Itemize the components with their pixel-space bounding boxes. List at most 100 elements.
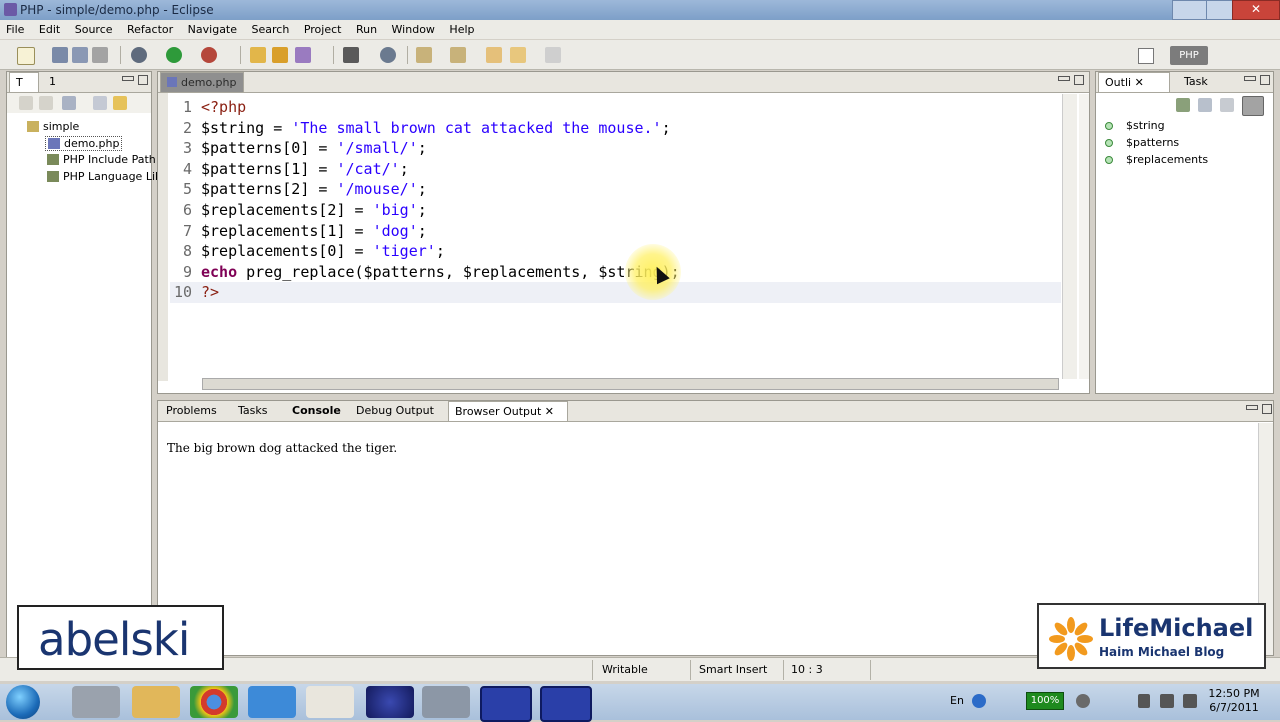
tab-explorer[interactable]: T	[9, 72, 39, 92]
taskbar-clock[interactable]: 12:50 PM 6/7/2011	[1205, 687, 1263, 715]
outline-item-replacements[interactable]: $replacements	[1104, 153, 1208, 166]
collapse-all-icon[interactable]	[1198, 98, 1212, 112]
recorder-icon[interactable]	[540, 686, 592, 722]
code-line[interactable]: 10 ?>	[170, 282, 1061, 303]
collapse-all-icon[interactable]	[93, 96, 107, 110]
battery-indicator[interactable]: 100%	[1026, 692, 1064, 710]
code-line[interactable]: 5 $patterns[2] = '/mouse/';	[170, 179, 1061, 200]
last-edit-icon[interactable]	[486, 47, 502, 63]
link-editor-icon[interactable]	[113, 96, 127, 110]
tab-tasks[interactable]: Tasks	[232, 401, 286, 421]
minimize-icon[interactable]	[1244, 76, 1256, 81]
outline-item-string[interactable]: $string	[1105, 119, 1165, 132]
start-button[interactable]	[6, 685, 40, 719]
php-perspective-button[interactable]: PHP	[1170, 46, 1208, 65]
save-all-icon[interactable]	[72, 47, 88, 63]
next-annotation-icon[interactable]	[416, 47, 432, 63]
tab-tasks-list[interactable]: Task	[1178, 72, 1232, 92]
open-task-icon[interactable]	[295, 47, 311, 63]
code-area[interactable]: 1 <?php 2 $string = 'The small brown cat at…	[170, 97, 1061, 303]
taskbar-app-icon[interactable]	[72, 686, 120, 718]
external-tools-icon[interactable]	[201, 47, 217, 63]
maximize-icon[interactable]	[1262, 404, 1272, 414]
language-indicator[interactable]: En	[950, 694, 964, 707]
menu-refactor[interactable]: Refactor	[121, 20, 178, 36]
tree-item-include-path[interactable]: PHP Include Path	[47, 153, 156, 166]
pdf-icon[interactable]	[306, 686, 354, 718]
code-line[interactable]: 9 echo preg_replace($patterns, $replaceme…	[170, 262, 1061, 283]
open-folder-icon[interactable]	[272, 47, 288, 63]
chrome-icon[interactable]	[190, 686, 238, 718]
minimize-button[interactable]	[1172, 0, 1208, 20]
debug-icon[interactable]	[131, 47, 147, 63]
run-icon[interactable]	[166, 47, 182, 63]
media-player-icon[interactable]	[480, 686, 532, 722]
code-line[interactable]: 2 $string = 'The small brown cat attacked…	[170, 118, 1061, 139]
menu-window[interactable]: Window	[386, 20, 440, 36]
tab-demo-php[interactable]: demo.php	[160, 72, 244, 92]
tools-icon[interactable]	[422, 686, 470, 718]
sort-icon[interactable]	[1176, 98, 1190, 112]
code-line[interactable]: 6 $replacements[2] = 'big';	[170, 200, 1061, 221]
back-icon[interactable]	[510, 47, 526, 63]
back-icon[interactable]	[19, 96, 33, 110]
code-line[interactable]: 8 $replacements[0] = 'tiger';	[170, 241, 1061, 262]
maximize-icon[interactable]	[138, 75, 148, 85]
maximize-button[interactable]	[1206, 0, 1234, 20]
new-file-icon[interactable]	[17, 47, 35, 65]
open-type-icon[interactable]	[250, 47, 266, 63]
forward-icon[interactable]	[39, 96, 53, 110]
internet-explorer-icon[interactable]	[248, 686, 296, 718]
hide-fields-icon[interactable]	[1220, 98, 1234, 112]
editor-horizontal-scrollbar[interactable]	[202, 378, 1059, 390]
minimize-icon[interactable]	[1058, 76, 1070, 81]
save-icon[interactable]	[52, 47, 68, 63]
system-tray-icon[interactable]	[1076, 694, 1090, 708]
tab-type-hierarchy[interactable]: 1	[43, 72, 67, 92]
eclipse-taskbar-icon[interactable]	[366, 686, 414, 718]
network-icon[interactable]	[1138, 694, 1150, 708]
tab-problems[interactable]: Problems	[160, 401, 230, 421]
tab-outline[interactable]: Outli ✕	[1098, 72, 1170, 92]
menu-run[interactable]: Run	[350, 20, 382, 36]
menu-edit[interactable]: Edit	[33, 20, 65, 36]
help-icon[interactable]	[972, 694, 986, 708]
menu-navigate[interactable]: Navigate	[182, 20, 242, 36]
minimize-icon[interactable]	[1246, 405, 1258, 410]
menu-project[interactable]: Project	[298, 20, 347, 36]
outline-item-patterns[interactable]: $patterns	[1104, 136, 1179, 149]
up-icon[interactable]	[62, 96, 76, 110]
code-line[interactable]: 3 $patterns[0] = '/small/';	[170, 138, 1061, 159]
close-button[interactable]: ✕	[1232, 0, 1280, 20]
close-tab-icon[interactable]: ✕	[545, 405, 554, 418]
close-tab-icon[interactable]: ✕	[1135, 76, 1144, 89]
tree-project[interactable]: simple	[27, 120, 79, 133]
menu-help[interactable]: Help	[443, 20, 479, 36]
forward-icon[interactable]	[545, 47, 561, 63]
browser-icon[interactable]	[380, 47, 396, 63]
tab-browser-output[interactable]: Browser Output ✕	[448, 401, 568, 421]
menu-search[interactable]: Search	[246, 20, 295, 36]
tab-console[interactable]: Console	[286, 401, 348, 421]
explorer-tabstrip: T 1	[7, 72, 151, 93]
explorer-folder-icon[interactable]	[132, 686, 180, 718]
volume-icon[interactable]	[1183, 694, 1197, 708]
menu-file[interactable]: File	[0, 20, 29, 36]
open-perspective-icon[interactable]	[1138, 48, 1154, 64]
view-menu-icon[interactable]	[1242, 96, 1264, 116]
menu-source[interactable]: Source	[69, 20, 118, 36]
minimize-icon[interactable]	[122, 76, 134, 81]
maximize-icon[interactable]	[1074, 75, 1084, 85]
previous-annotation-icon[interactable]	[450, 47, 466, 63]
signal-icon[interactable]	[1160, 694, 1174, 708]
print-icon[interactable]	[92, 47, 108, 63]
editor-vertical-scrollbar[interactable]	[1062, 94, 1077, 379]
eclipse-app-icon	[4, 3, 17, 16]
code-line[interactable]: 7 $replacements[1] = 'dog';	[170, 221, 1061, 242]
php-explorer-icon[interactable]	[343, 47, 359, 63]
code-line[interactable]: 1 <?php	[170, 97, 1061, 118]
tab-debug-output[interactable]: Debug Output	[350, 401, 446, 421]
tree-item-demo-php[interactable]: demo.php	[45, 136, 123, 151]
code-line[interactable]: 4 $patterns[1] = '/cat/';	[170, 159, 1061, 180]
maximize-icon[interactable]	[1260, 75, 1270, 85]
